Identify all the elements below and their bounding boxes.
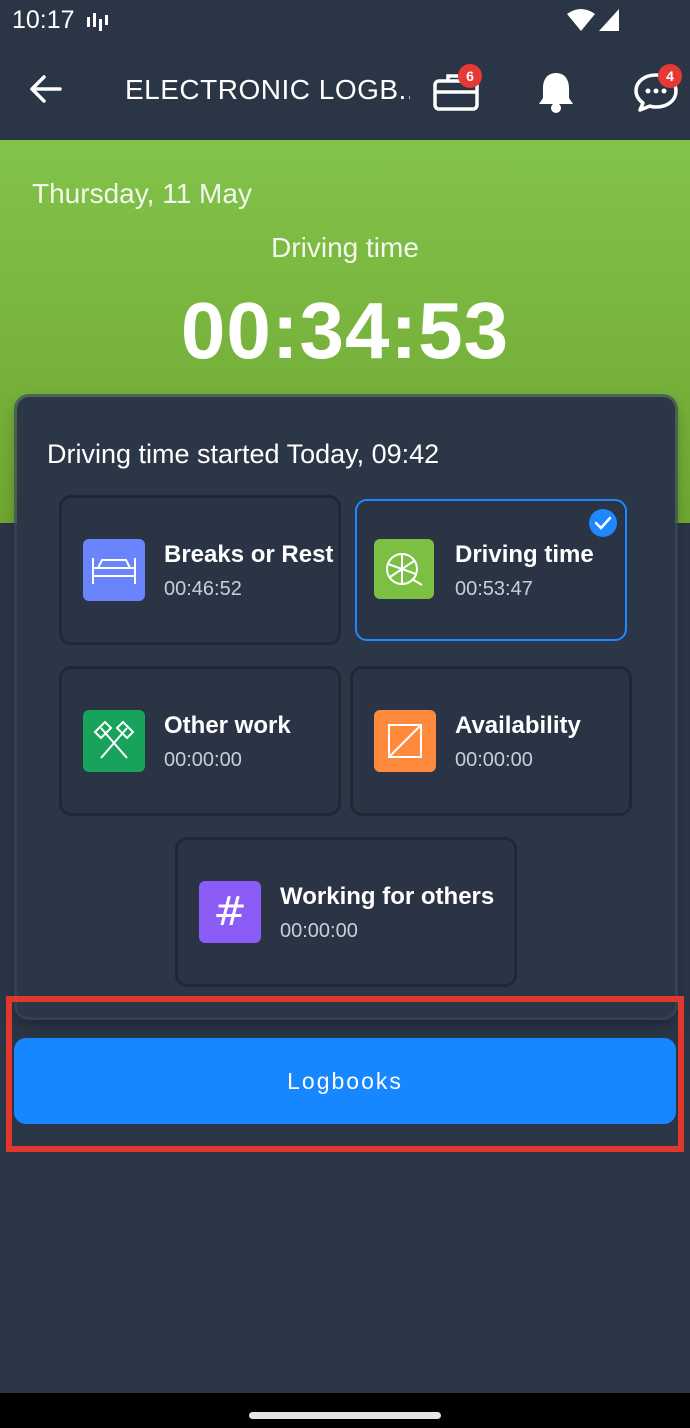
steering-wheel-icon bbox=[374, 539, 434, 599]
activity-tile-working-for-others[interactable]: # Working for others 00:00:00 bbox=[175, 837, 517, 987]
system-nav-bar bbox=[0, 1393, 690, 1428]
highlight-box bbox=[6, 996, 684, 1152]
activity-timer: 00:34:53 bbox=[180, 286, 510, 375]
activity-duration: 00:53:47 bbox=[455, 578, 533, 600]
activity-duration: 00:00:00 bbox=[280, 920, 358, 942]
hash-icon: # bbox=[199, 881, 261, 943]
availability-icon bbox=[374, 710, 436, 772]
cell-strength-icon bbox=[599, 9, 619, 31]
bell-icon bbox=[539, 73, 573, 113]
notifications-button[interactable] bbox=[528, 66, 584, 118]
activity-title: Other work bbox=[164, 712, 291, 739]
activity-title: Availability bbox=[455, 712, 581, 739]
messages-button[interactable]: 4 bbox=[628, 64, 684, 118]
activity-title: Working for others bbox=[280, 883, 495, 910]
current-activity-label: Driving time bbox=[271, 232, 419, 263]
home-gesture-handle[interactable] bbox=[249, 1412, 441, 1419]
activity-duration: 00:00:00 bbox=[455, 749, 533, 771]
wifi-icon bbox=[567, 9, 595, 31]
briefcase-button[interactable]: 6 bbox=[428, 64, 484, 118]
hammers-icon bbox=[83, 710, 145, 772]
current-date: Thursday, 11 May bbox=[32, 178, 252, 209]
activity-duration: 00:00:00 bbox=[164, 749, 242, 771]
activity-tile-driving-time[interactable]: Driving time 00:53:47 bbox=[355, 499, 627, 641]
status-bar: 10:17 bbox=[0, 0, 690, 40]
cell-signal-icon bbox=[87, 13, 108, 31]
bed-icon bbox=[83, 539, 145, 601]
status-time: 10:17 bbox=[12, 6, 75, 34]
arrow-left-icon bbox=[30, 75, 62, 103]
app-bar: ELECTRONIC LOGB... 6 4 bbox=[0, 40, 690, 140]
back-button[interactable] bbox=[22, 66, 68, 112]
page-title: ELECTRONIC LOGB... bbox=[125, 74, 410, 105]
messages-badge: 4 bbox=[658, 64, 682, 88]
briefcase-badge: 6 bbox=[458, 64, 482, 88]
activity-tile-breaks-or-rest[interactable]: Breaks or Rest 00:46:52 bbox=[59, 495, 341, 645]
checkmark-icon bbox=[589, 509, 617, 537]
activity-started-text: Driving time started Today, 09:42 bbox=[47, 439, 440, 469]
activity-tile-availability[interactable]: Availability 00:00:00 bbox=[350, 666, 632, 816]
activity-duration: 00:46:52 bbox=[164, 578, 242, 600]
activity-title: Driving time bbox=[455, 541, 594, 568]
activity-title: Breaks or Rest bbox=[164, 541, 334, 568]
activity-tile-other-work[interactable]: Other work 00:00:00 bbox=[59, 666, 341, 816]
activity-card: Driving time started Today, 09:42 Breaks… bbox=[17, 397, 675, 1017]
